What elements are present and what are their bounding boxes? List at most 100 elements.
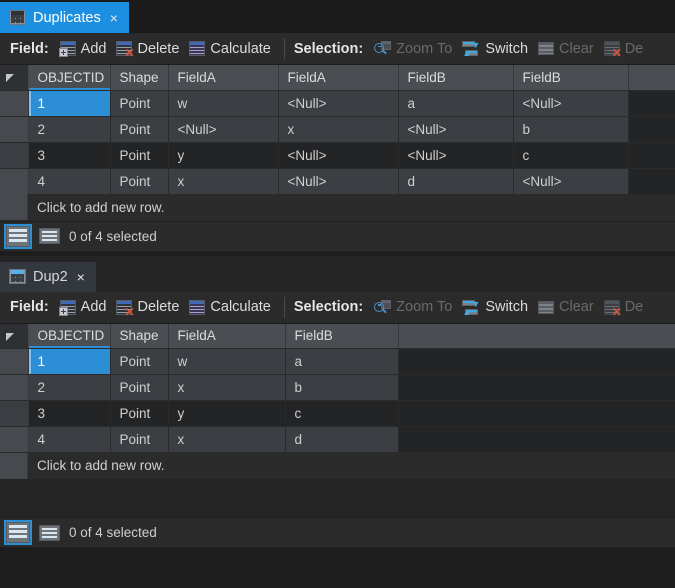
table-view-icon[interactable] (4, 520, 32, 545)
cell-fieldb-1[interactable]: a (398, 90, 514, 117)
table-row[interactable]: 2 Point <Null> x <Null> b (0, 116, 675, 143)
cell-objectid[interactable]: 1 (28, 90, 111, 117)
cell-fieldb-2[interactable]: <Null> (513, 168, 629, 195)
cell-fielda-1[interactable]: x (168, 168, 279, 195)
switch-selection-button[interactable]: ▼ ▲ Switch (459, 297, 535, 317)
cell-objectid[interactable]: 3 (28, 142, 111, 169)
add-new-row[interactable]: Click to add new row. (0, 194, 675, 221)
cell-objectid[interactable]: 4 (28, 168, 111, 195)
column-header-fielda-2[interactable]: FieldA (278, 65, 399, 91)
cell-fielda-1[interactable]: w (168, 90, 279, 117)
add-field-button[interactable]: Add (57, 297, 114, 317)
close-icon[interactable]: × (110, 11, 118, 25)
row-selector[interactable] (0, 348, 29, 375)
cell-objectid[interactable]: 2 (28, 374, 111, 401)
cell-fieldb[interactable]: b (285, 374, 399, 401)
cell-fielda[interactable]: x (168, 374, 286, 401)
delete-field-button[interactable]: ✕ Delete (113, 297, 186, 318)
column-header-objectid[interactable]: OBJECTID (28, 323, 111, 349)
cell-objectid[interactable]: 1 (28, 348, 111, 375)
cell-shape[interactable]: Point (110, 142, 169, 169)
cell-objectid[interactable]: 3 (28, 400, 111, 427)
cell-fielda-2[interactable]: x (278, 116, 399, 143)
cell-fielda[interactable]: w (168, 348, 286, 375)
cell-shape[interactable]: Point (110, 116, 169, 143)
add-field-label: Add (80, 40, 107, 57)
row-selector[interactable] (0, 426, 29, 453)
cell-fieldb[interactable]: c (285, 400, 399, 427)
selection-count-label: 0 of 4 selected (69, 525, 157, 540)
cell-fieldb-2[interactable]: <Null> (513, 90, 629, 117)
column-header-fieldb-2[interactable]: FieldB (513, 65, 629, 91)
column-header-fieldb-1[interactable]: FieldB (398, 65, 514, 91)
column-header-fielda[interactable]: FieldA (168, 323, 286, 349)
table-row[interactable]: 1 Point w a (0, 348, 675, 375)
cell-fieldb-2[interactable]: c (513, 142, 629, 169)
delete-selection-button[interactable]: ✕ De (601, 39, 651, 59)
calculate-field-icon (189, 299, 206, 315)
cell-fieldb[interactable]: d (285, 426, 399, 453)
table-view-icon[interactable] (4, 223, 32, 249)
zoom-to-button[interactable]: Zoom To (371, 297, 459, 317)
add-field-button[interactable]: Add (57, 39, 114, 59)
table-row[interactable]: 2 Point x b (0, 374, 675, 401)
cell-fielda-2[interactable]: <Null> (278, 142, 399, 169)
table-row[interactable]: 4 Point x d (0, 426, 675, 453)
cell-shape[interactable]: Point (110, 426, 169, 453)
cell-fielda-2[interactable]: <Null> (278, 90, 399, 117)
clear-selection-label: Clear (559, 299, 594, 315)
cell-filler (628, 90, 675, 117)
cell-fielda[interactable]: y (168, 400, 286, 427)
cell-fielda-2[interactable]: <Null> (278, 168, 399, 195)
cell-objectid[interactable]: 2 (28, 116, 111, 143)
delete-selection-button[interactable]: ✕ De (601, 297, 651, 318)
cell-fielda-1[interactable]: y (168, 142, 279, 169)
switch-selection-button[interactable]: ▼ ▲ Switch (459, 39, 535, 59)
column-header-shape[interactable]: Shape (110, 65, 169, 91)
cell-fielda-1[interactable]: <Null> (168, 116, 279, 143)
cell-fieldb[interactable]: a (285, 348, 399, 375)
cell-shape[interactable]: Point (110, 374, 169, 401)
row-selector[interactable] (0, 90, 29, 117)
clear-selection-button[interactable]: Clear (535, 39, 601, 59)
column-header-shape[interactable]: Shape (110, 323, 169, 349)
cell-shape[interactable]: Point (110, 90, 169, 117)
cell-fielda[interactable]: x (168, 426, 286, 453)
selected-records-view-icon[interactable] (39, 228, 60, 244)
cell-shape[interactable]: Point (110, 168, 169, 195)
cell-fieldb-1[interactable]: d (398, 168, 514, 195)
column-header-objectid[interactable]: OBJECTID (28, 65, 111, 91)
column-header-filler (628, 65, 675, 91)
table-row[interactable]: 3 Point y <Null> <Null> c (0, 142, 675, 169)
cell-fieldb-1[interactable]: <Null> (398, 142, 514, 169)
clear-selection-button[interactable]: Clear (535, 297, 601, 317)
cell-shape[interactable]: Point (110, 400, 169, 427)
row-selector[interactable] (0, 116, 29, 143)
table-row[interactable]: 1 Point w <Null> a <Null> (0, 90, 675, 117)
column-header-fielda-1[interactable]: FieldA (168, 65, 279, 91)
close-icon[interactable]: × (77, 270, 85, 284)
cell-fieldb-2[interactable]: b (513, 116, 629, 143)
cell-shape[interactable]: Point (110, 348, 169, 375)
select-all-corner[interactable] (0, 323, 29, 349)
column-header-fieldb[interactable]: FieldB (285, 323, 399, 349)
tab-duplicates[interactable]: Duplicates × (0, 2, 129, 33)
select-all-corner[interactable] (0, 65, 29, 91)
row-selector[interactable] (0, 168, 29, 195)
cell-fieldb-1[interactable]: <Null> (398, 116, 514, 143)
table-row[interactable]: 3 Point y c (0, 400, 675, 427)
zoom-to-label: Zoom To (396, 40, 453, 57)
row-selector[interactable] (0, 400, 29, 427)
zoom-to-button[interactable]: Zoom To (371, 39, 459, 59)
tab-dup2[interactable]: Dup2 × (0, 261, 96, 292)
row-selector[interactable] (0, 142, 29, 169)
toolbar-duplicates: Field: Add ✕ Delete Calculate Selection: (0, 33, 675, 65)
add-new-row[interactable]: Click to add new row. (0, 452, 675, 479)
calculate-field-button[interactable]: Calculate (186, 39, 277, 59)
calculate-field-button[interactable]: Calculate (186, 297, 277, 317)
delete-field-button[interactable]: ✕ Delete (113, 39, 186, 59)
cell-objectid[interactable]: 4 (28, 426, 111, 453)
selected-records-view-icon[interactable] (39, 524, 60, 541)
row-selector[interactable] (0, 374, 29, 401)
table-row[interactable]: 4 Point x <Null> d <Null> (0, 168, 675, 195)
